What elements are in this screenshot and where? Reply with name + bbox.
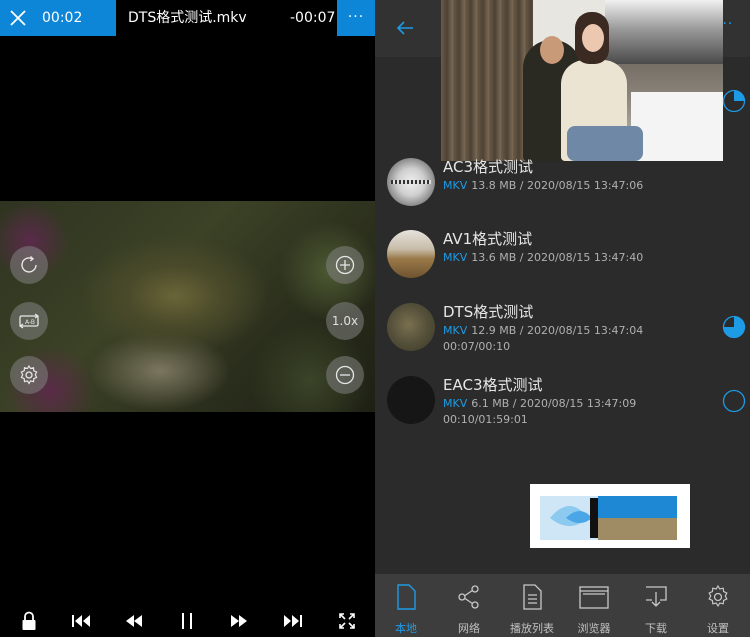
progress-circle-icon <box>722 389 746 413</box>
skip-next-button[interactable] <box>280 605 306 637</box>
media-list-item[interactable]: DTS格式测试 MKV 12.9 MB / 2020/08/15 13:47:04… <box>387 303 750 371</box>
zoom-out-icon <box>335 365 355 385</box>
download-icon <box>646 586 667 607</box>
ab-repeat-icon: A-B <box>18 313 40 329</box>
banner-logo <box>540 496 677 540</box>
elapsed-time: 00:02 <box>36 0 116 36</box>
pause-icon <box>182 613 192 629</box>
file-icon <box>397 584 416 610</box>
playback-position: 00:10/01:59:01 <box>443 413 528 426</box>
tab-label: 浏览器 <box>577 622 611 635</box>
tab-playlist[interactable]: 播放列表 <box>501 574 563 637</box>
playback-speed-button[interactable]: 1.0x <box>326 302 364 340</box>
rewind-button[interactable] <box>121 605 147 637</box>
progress-circle-icon <box>722 315 746 339</box>
more-icon: ··· <box>347 9 365 25</box>
media-title: EAC3格式测试 <box>443 376 543 394</box>
fullscreen-icon <box>339 613 355 629</box>
tab-label: 设置 <box>707 622 729 635</box>
pip-scene-curtain <box>441 0 533 161</box>
tab-label: 下载 <box>645 622 667 635</box>
video-thumbnail <box>387 376 435 424</box>
tab-browser[interactable]: 浏览器 <box>563 574 625 637</box>
close-icon <box>10 10 26 26</box>
skip-next-icon <box>284 615 302 627</box>
playback-speed-label: 1.0x <box>331 314 359 328</box>
rewind-icon <box>126 615 142 627</box>
media-meta: MKV 6.1 MB / 2020/08/15 13:47:09 <box>443 397 637 410</box>
pip-video-preview[interactable] <box>441 0 723 161</box>
media-format: MKV <box>443 397 468 410</box>
media-format: MKV <box>443 324 468 337</box>
bottom-tab-bar: 本地 网络 播放列表 浏览器 下载 设置 <box>375 574 750 637</box>
banner-ad[interactable] <box>530 484 690 548</box>
video-frame[interactable] <box>0 201 375 412</box>
tab-label: 本地 <box>395 622 417 635</box>
ab-repeat-button[interactable]: A-B <box>10 302 48 340</box>
media-meta: MKV 12.9 MB / 2020/08/15 13:47:04 <box>443 324 644 337</box>
player-controls-bar <box>0 605 375 637</box>
media-title: AC3格式测试 <box>443 158 534 176</box>
media-library: ··· AC3格式测试 MKV 13.8 MB / 2020/08/15 13:4… <box>375 0 750 637</box>
media-meta: MKV 13.6 MB / 2020/08/15 13:47:40 <box>443 251 644 264</box>
remaining-time: -00:07 <box>290 10 336 26</box>
rotate-icon <box>21 255 37 273</box>
more-options-button[interactable]: ··· <box>337 0 375 36</box>
media-title: DTS格式测试 <box>443 303 534 321</box>
skip-previous-icon <box>72 615 90 627</box>
share-icon <box>458 585 479 609</box>
svg-text:A-B: A-B <box>25 319 35 326</box>
tab-settings[interactable]: 设置 <box>687 574 749 637</box>
rotate-button[interactable] <box>10 246 48 284</box>
video-player[interactable]: 00:02 DTS格式测试.mkv -00:07 ··· A-B 1.0x <box>0 0 375 637</box>
media-format: MKV <box>443 251 468 264</box>
lock-icon <box>22 611 36 630</box>
player-top-bar: 00:02 DTS格式测试.mkv -00:07 ··· <box>0 0 375 36</box>
browser-icon <box>579 586 609 609</box>
back-arrow-icon <box>396 21 413 35</box>
playlist-icon <box>523 584 542 610</box>
media-list-item[interactable]: AV1格式测试 MKV 13.6 MB / 2020/08/15 13:47:40 <box>387 230 750 298</box>
back-button[interactable] <box>393 16 417 40</box>
zoom-out-button[interactable] <box>326 356 364 394</box>
pause-button[interactable] <box>174 605 200 637</box>
progress-circle-icon <box>722 89 746 113</box>
tab-label: 网络 <box>458 622 480 635</box>
media-format: MKV <box>443 179 468 192</box>
settings-icon <box>20 364 38 385</box>
video-thumbnail <box>387 303 435 351</box>
lock-button[interactable] <box>16 605 42 637</box>
media-meta: MKV 13.8 MB / 2020/08/15 13:47:06 <box>443 179 644 192</box>
skip-previous-button[interactable] <box>68 605 94 637</box>
playback-position: 00:07/00:10 <box>443 340 511 353</box>
zoom-in-icon <box>335 255 355 275</box>
zoom-in-button[interactable] <box>326 246 364 284</box>
tab-label: 播放列表 <box>510 622 554 635</box>
fullscreen-button[interactable] <box>334 605 360 637</box>
pip-scene-painting <box>605 0 723 64</box>
video-title: DTS格式测试.mkv <box>128 10 247 26</box>
media-list-item[interactable]: AC3格式测试 MKV 13.8 MB / 2020/08/15 13:47:06 <box>387 158 750 226</box>
fast-forward-icon <box>231 615 247 627</box>
media-list-item[interactable]: EAC3格式测试 MKV 6.1 MB / 2020/08/15 13:47:09… <box>387 376 750 444</box>
pip-scene-detail <box>567 126 643 161</box>
tab-network[interactable]: 网络 <box>438 574 500 637</box>
video-thumbnail <box>387 230 435 278</box>
media-title: AV1格式测试 <box>443 230 533 248</box>
fast-forward-button[interactable] <box>226 605 252 637</box>
tab-download[interactable]: 下载 <box>625 574 687 637</box>
tab-local[interactable]: 本地 <box>375 574 437 637</box>
video-thumbnail <box>387 158 435 206</box>
settings-icon <box>708 584 728 608</box>
pip-scene-bed <box>631 92 723 161</box>
player-settings-button[interactable] <box>10 356 48 394</box>
close-button[interactable] <box>0 0 36 36</box>
